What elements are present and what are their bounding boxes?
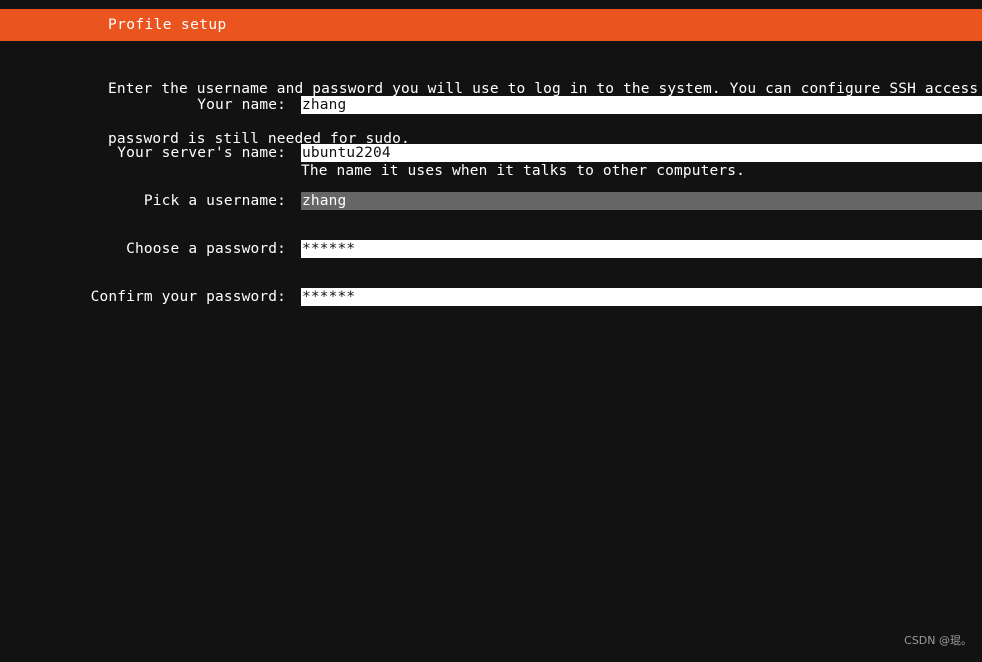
- field-row-username: Pick a username: zhang: [0, 192, 982, 240]
- page-title: Profile setup: [108, 17, 227, 33]
- input-username[interactable]: zhang: [301, 192, 982, 210]
- input-password[interactable]: ******: [301, 240, 982, 258]
- label-server-name: Your server's name:: [117, 145, 286, 161]
- title-bar: Profile setup: [0, 9, 982, 41]
- label-username: Pick a username:: [143, 193, 286, 209]
- watermark: CSDN @琨。: [904, 634, 972, 647]
- input-your-name[interactable]: zhang: [301, 96, 982, 114]
- field-row-password: Choose a password: ******: [0, 240, 982, 288]
- field-row-server-name: Your server's name: ubuntu2204 The name …: [0, 144, 982, 192]
- hint-server-name: The name it uses when it talks to other …: [301, 163, 745, 179]
- label-confirm-password: Confirm your password:: [90, 289, 286, 305]
- profile-setup-form: Your name: zhang Your server's name: ubu…: [0, 96, 982, 336]
- label-your-name: Your name:: [197, 97, 286, 113]
- field-row-confirm-password: Confirm your password: ******: [0, 288, 982, 336]
- label-password: Choose a password:: [126, 241, 286, 257]
- input-server-name[interactable]: ubuntu2204: [301, 144, 982, 162]
- field-row-your-name: Your name: zhang: [0, 96, 982, 144]
- installer-screen: Profile setup Enter the username and pas…: [0, 0, 982, 662]
- input-confirm-password[interactable]: ******: [301, 288, 982, 306]
